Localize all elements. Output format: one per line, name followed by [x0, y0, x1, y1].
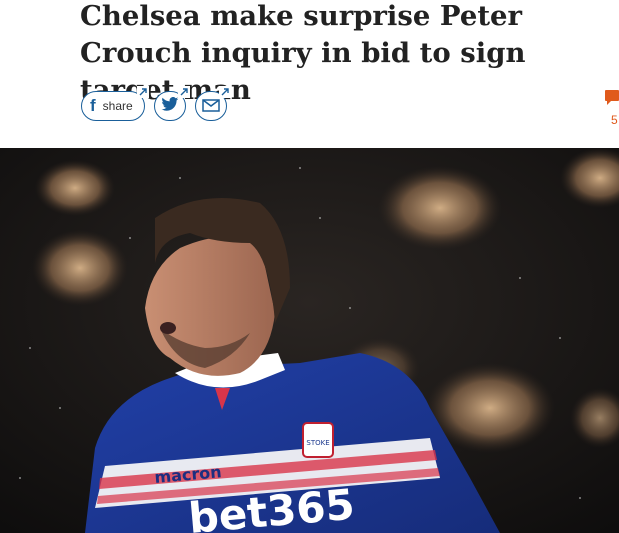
facebook-icon: f [90, 96, 96, 115]
twitter-icon [161, 96, 179, 116]
facebook-share-label: share [102, 99, 133, 113]
external-arrow-icon [137, 86, 149, 98]
email-icon [202, 97, 220, 116]
external-arrow-icon [219, 86, 231, 98]
hero-photo: STOKE macron bet365 [0, 148, 619, 533]
hero-image: STOKE macron bet365 [0, 148, 619, 533]
comments-link[interactable]: 5 [604, 90, 619, 130]
twitter-share-button[interactable] [154, 86, 190, 121]
svg-text:STOKE: STOKE [306, 439, 329, 447]
share-bar: f share [81, 86, 236, 123]
comment-count: 5 [611, 113, 618, 127]
comment-icon [605, 90, 619, 105]
facebook-share-button[interactable]: f share [81, 86, 149, 121]
external-arrow-icon [178, 86, 190, 98]
email-share-button[interactable] [195, 86, 231, 121]
